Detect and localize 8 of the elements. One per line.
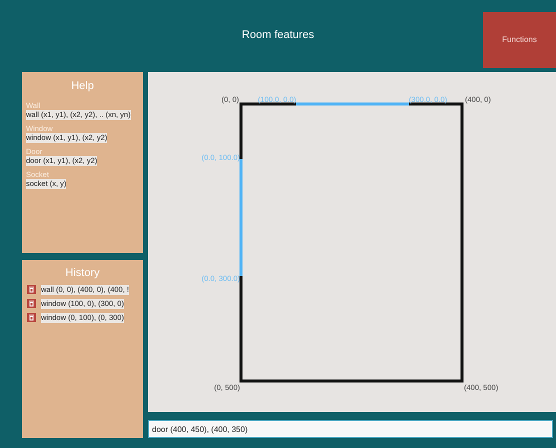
- trash-icon[interactable]: [27, 299, 36, 308]
- trash-icon[interactable]: [27, 285, 36, 294]
- header-title: Room features: [242, 28, 314, 43]
- functions-button[interactable]: Functions: [483, 12, 556, 68]
- history-title: History: [64, 266, 101, 281]
- help-title: Help: [70, 79, 95, 94]
- trash-icon[interactable]: [27, 313, 36, 322]
- command-input-field[interactable]: door (400, 450), (400, 350): [148, 420, 553, 438]
